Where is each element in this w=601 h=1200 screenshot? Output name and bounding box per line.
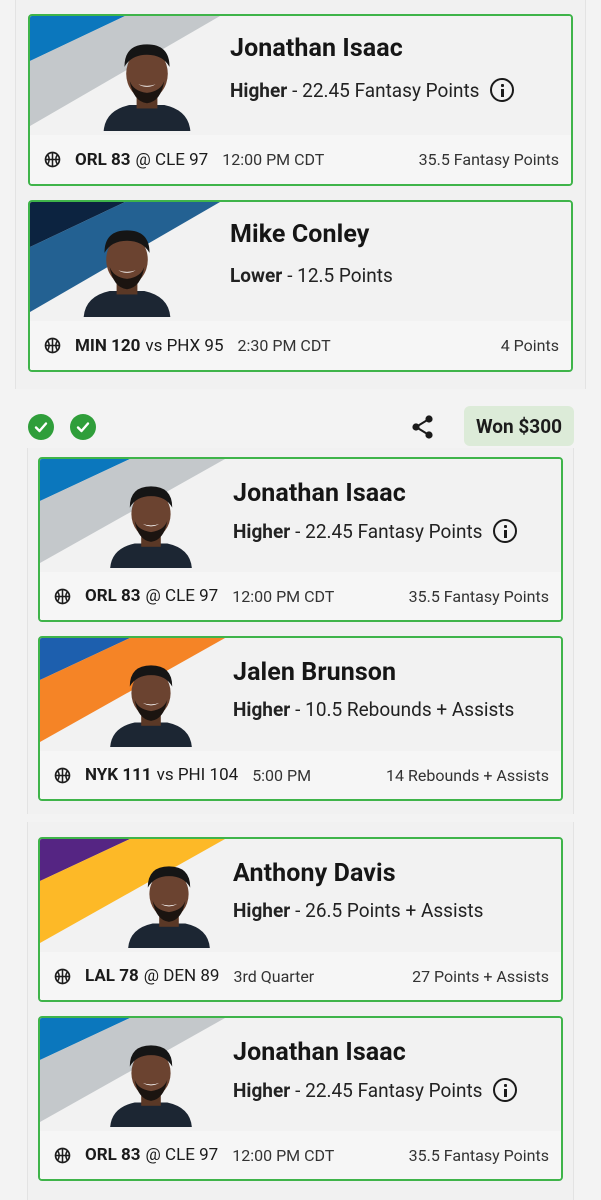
check-circle-icon [70,414,96,440]
pick-line: Higher - 22.45 Fantasy Points [233,519,517,543]
team-score: NYK 111 [85,765,152,785]
share-icon[interactable] [410,414,436,440]
player-photo-area [40,839,230,953]
game-row: LAL 78 @ DEN 89 3rd Quarter 27 Points + … [40,952,561,1000]
opponent-score: @ DEN 89 [143,966,220,986]
pick-card[interactable]: Jonathan Isaac Higher - 22.45 Fantasy Po… [28,14,573,186]
player-name: Mike Conley [230,220,370,249]
game-time: 12:00 PM CDT [232,1145,335,1165]
player-photo-area [40,638,230,752]
info-icon[interactable] [492,519,517,543]
opponent-score: vs PHI 104 [156,765,239,785]
pick-card[interactable]: Jalen Brunson Higher - 10.5 Rebounds + A… [38,636,563,801]
game-row: MIN 120 vs PHX 95 2:30 PM CDT 4 Points [30,321,571,370]
game-row: ORL 83 @ CLE 97 12:00 PM CDT 35.5 Fantas… [30,135,571,184]
player-headshot [75,208,179,322]
opponent-score: @ CLE 97 [145,586,219,606]
opponent-score: @ CLE 97 [135,149,209,170]
game-time: 5:00 PM [252,765,312,785]
pick-direction: Higher [230,78,288,102]
pick-direction: Higher [233,698,291,721]
player-photo-area [40,1018,230,1132]
pick-value: 10.5 Rebounds + Assists [305,698,515,721]
pick-value: 22.45 Fantasy Points [302,78,480,102]
basketball-icon [44,151,61,168]
pick-card[interactable]: Jonathan Isaac Higher - 22.45 Fantasy Po… [38,1016,563,1181]
team-score: LAL 78 [85,966,139,986]
team-score: ORL 83 [75,149,131,170]
player-headshot [102,1024,200,1132]
won-badge: Won $300 [464,406,574,446]
pick-value: 22.45 Fantasy Points [305,1078,483,1102]
player-headshot [120,845,218,953]
info-icon[interactable] [489,78,514,102]
team-score: ORL 83 [85,586,141,606]
basketball-icon [44,337,61,354]
player-name: Jonathan Isaac [230,34,403,63]
player-photo-area [30,202,220,322]
pick-direction: Higher [233,1078,291,1102]
player-name: Jalen Brunson [233,658,397,687]
player-name: Anthony Davis [233,859,396,888]
stat-result: 27 Points + Assists [412,966,549,986]
pick-line: Lower - 12.5 Points [230,264,393,287]
opponent-score: vs PHX 95 [145,335,224,356]
pick-value: 26.5 Points + Assists [305,899,484,922]
stat-result: 35.5 Fantasy Points [418,150,559,169]
pick-direction: Higher [233,519,291,543]
opponent-score: @ CLE 97 [145,1145,219,1165]
pick-card[interactable]: Jonathan Isaac Higher - 22.45 Fantasy Po… [38,457,563,622]
basketball-icon [54,588,71,605]
game-time: 12:00 PM CDT [232,586,335,606]
team-score: ORL 83 [85,1145,141,1165]
pick-line: Higher - 22.45 Fantasy Points [230,78,514,102]
basketball-icon [54,968,71,985]
game-time: 3rd Quarter [233,966,315,986]
player-name: Jonathan Isaac [233,479,406,508]
game-time: 2:30 PM CDT [237,336,331,355]
pick-direction: Higher [233,899,291,922]
player-name: Jonathan Isaac [233,1038,406,1067]
stat-result: 35.5 Fantasy Points [408,1145,549,1165]
player-photo-area [30,16,220,136]
player-headshot [102,644,200,752]
player-photo-area [40,459,230,573]
basketball-icon [54,1147,71,1164]
check-circle-icon [28,414,54,440]
player-headshot [95,22,199,136]
pick-line: Higher - 10.5 Rebounds + Assists [233,698,515,721]
pick-card[interactable]: Mike Conley Lower - 12.5 Points MIN 120 … [28,200,573,372]
stat-result: 4 Points [500,336,559,355]
game-row: NYK 111 vs PHI 104 5:00 PM 14 Rebounds +… [40,751,561,799]
pick-direction: Lower [230,264,283,287]
team-score: MIN 120 [75,335,141,356]
game-row: ORL 83 @ CLE 97 12:00 PM CDT 35.5 Fantas… [40,1131,561,1179]
pick-line: Higher - 22.45 Fantasy Points [233,1078,517,1102]
basketball-icon [54,767,71,784]
info-icon[interactable] [492,1078,517,1102]
stat-result: 35.5 Fantasy Points [408,586,549,606]
pick-card[interactable]: Anthony Davis Higher - 26.5 Points + Ass… [38,837,563,1002]
pick-line: Higher - 26.5 Points + Assists [233,899,484,922]
pick-value: 22.45 Fantasy Points [305,519,483,543]
game-row: ORL 83 @ CLE 97 12:00 PM CDT 35.5 Fantas… [40,572,561,620]
pick-value: 12.5 Points [297,264,393,287]
game-time: 12:00 PM CDT [222,150,325,169]
stat-result: 14 Rebounds + Assists [386,765,549,785]
player-headshot [102,465,200,573]
